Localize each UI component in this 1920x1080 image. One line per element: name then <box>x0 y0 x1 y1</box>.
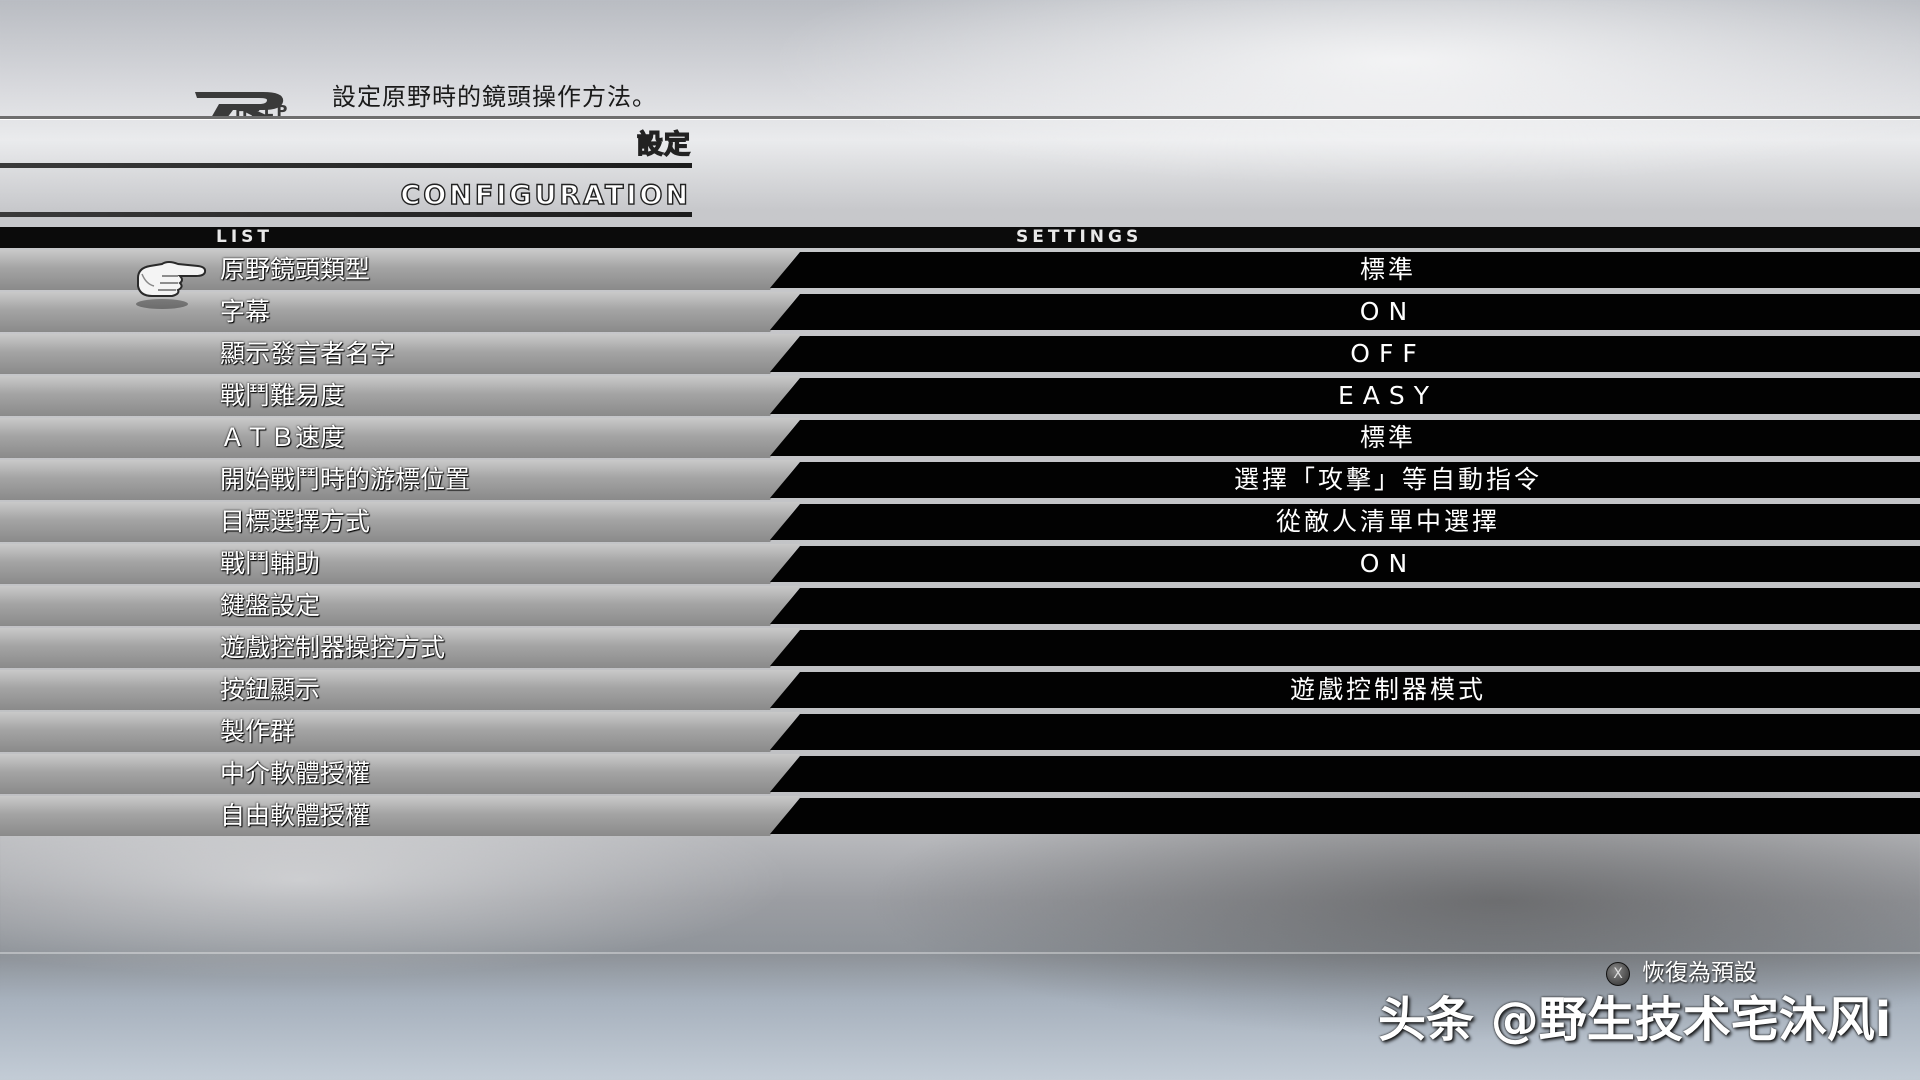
row-label: 字幕 <box>220 297 271 326</box>
x-button-icon: X <box>1606 962 1630 986</box>
title-divider <box>0 163 692 168</box>
row-label: 鍵盤設定 <box>220 591 321 620</box>
row-label: 製作群 <box>220 717 296 746</box>
row-label: 戰鬥輔助 <box>220 549 321 578</box>
row-value: OFF <box>1350 339 1426 368</box>
config-list: 原野鏡頭類型 標準 字幕 ON 顯示發言者名字 OFF 戰鬥難易度 EASY ＡＴＢ速度 標準 開始… <box>0 250 1920 838</box>
config-row[interactable]: 遊戲控制器操控方式 <box>0 628 1920 668</box>
row-value-panel <box>770 630 1920 666</box>
footer-divider <box>0 952 1920 954</box>
config-row[interactable]: ＡＴＢ速度 標準 <box>0 418 1920 458</box>
row-label: 顯示發言者名字 <box>220 339 396 368</box>
row-label: 按鈕顯示 <box>220 675 321 704</box>
help-bar: HELP 設定原野時的鏡頭操作方法。 <box>0 82 1920 122</box>
row-value: 遊戲控制器模式 <box>1289 675 1486 704</box>
row-label: 戰鬥難易度 <box>220 381 346 410</box>
row-value-panel <box>770 756 1920 792</box>
row-value: 選擇「攻擊」等自動指令 <box>1233 465 1542 494</box>
config-row[interactable]: 中介軟體授權 <box>0 754 1920 794</box>
config-row[interactable]: 顯示發言者名字 OFF <box>0 334 1920 374</box>
config-row[interactable]: 目標選擇方式 從敵人清單中選擇 <box>0 502 1920 542</box>
watermark: 头条 @野生技术宅沐风i <box>1378 992 1892 1048</box>
row-label-panel <box>0 376 800 416</box>
settings-column-header: SETTINGS <box>1016 227 1143 247</box>
row-value-panel <box>770 714 1920 750</box>
config-row[interactable]: 原野鏡頭類型 標準 <box>0 250 1920 290</box>
config-row[interactable]: 開始戰鬥時的游標位置 選擇「攻擊」等自動指令 <box>0 460 1920 500</box>
pointing-hand-icon <box>136 261 207 309</box>
config-row[interactable]: 戰鬥輔助 ON <box>0 544 1920 584</box>
row-label-panel <box>0 418 800 458</box>
row-value: 標準 <box>1359 423 1416 452</box>
row-label-panel <box>0 670 800 710</box>
row-label-panel <box>0 796 800 836</box>
row-label: 中介軟體授權 <box>220 759 371 788</box>
config-row[interactable]: 字幕 ON <box>0 292 1920 332</box>
row-value: ON <box>1359 297 1417 326</box>
row-label-panel <box>0 334 800 374</box>
row-label: 原野鏡頭類型 <box>220 255 371 284</box>
title-divider <box>0 212 692 217</box>
list-column-header: LIST <box>216 227 273 247</box>
row-value: 標準 <box>1359 255 1416 284</box>
row-label-panel <box>0 712 800 752</box>
row-value: EASY <box>1337 381 1439 410</box>
row-value-panel <box>770 798 1920 834</box>
row-label: 開始戰鬥時的游標位置 <box>220 465 471 494</box>
row-label: 目標選擇方式 <box>220 507 371 536</box>
row-label-panel <box>0 502 800 542</box>
row-label-panel <box>0 586 800 626</box>
row-label: ＡＴＢ速度 <box>220 423 346 452</box>
config-row[interactable]: 製作群 <box>0 712 1920 752</box>
page-title: CONFIGURATION <box>400 179 691 211</box>
restore-default-label: 恢復為預設 <box>1642 960 1757 986</box>
config-row[interactable]: 按鈕顯示 遊戲控制器模式 <box>0 670 1920 710</box>
row-label-panel <box>0 544 800 584</box>
config-row[interactable]: 自由軟體授權 <box>0 796 1920 836</box>
row-value-panel <box>770 588 1920 624</box>
help-text: 設定原野時的鏡頭操作方法。 <box>332 83 657 111</box>
row-value: 從敵人清單中選擇 <box>1275 507 1500 536</box>
row-value: ON <box>1359 549 1417 578</box>
help-divider <box>0 116 1920 119</box>
row-label: 遊戲控制器操控方式 <box>220 633 446 662</box>
row-label: 自由軟體授權 <box>220 801 371 830</box>
row-label-panel <box>0 292 800 332</box>
row-label-panel <box>0 250 800 290</box>
row-label-panel <box>0 754 800 794</box>
list-header: LIST SETTINGS <box>0 227 1920 248</box>
page-title-jp: 設定 <box>636 129 691 160</box>
config-row[interactable]: 戰鬥難易度 EASY <box>0 376 1920 416</box>
config-row[interactable]: 鍵盤設定 <box>0 586 1920 626</box>
